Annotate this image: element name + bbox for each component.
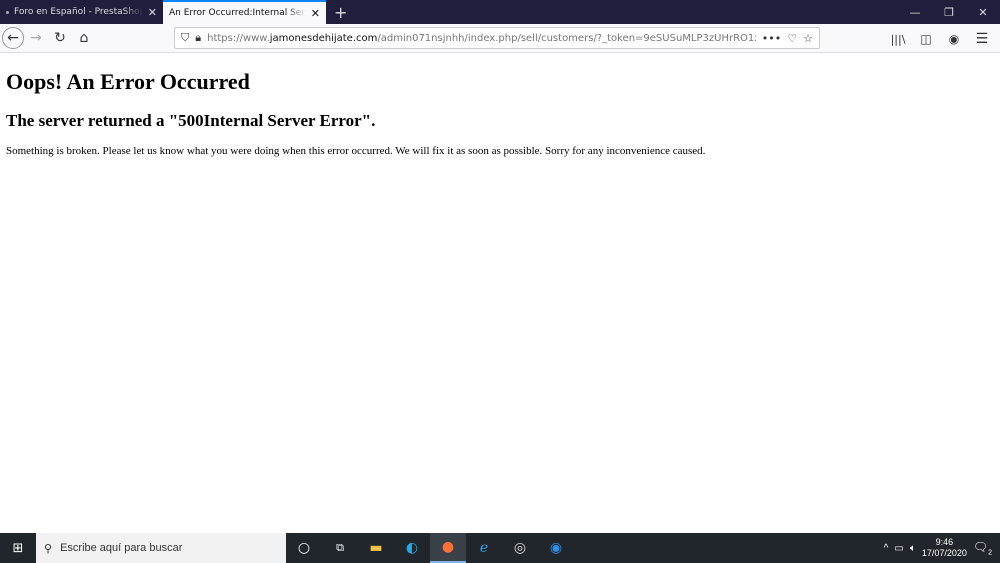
volume-icon[interactable]: 🔈︎ <box>910 543 916 554</box>
home-button[interactable]: ⌂ <box>72 26 96 50</box>
error-heading: Oops! An Error Occurred <box>6 69 250 94</box>
tab-foro[interactable]: Foro en Español - PrestaShop F ✕ <box>0 0 163 24</box>
account-icon[interactable]: ◉ <box>942 27 966 51</box>
network-icon[interactable]: ▭ <box>894 543 903 554</box>
url-prefix: https://www. <box>207 32 270 44</box>
tab-title: An Error Occurred:Internal Server Er <box>169 8 306 18</box>
restore-button[interactable]: ❐ <box>932 0 966 24</box>
bookmark-star-icon[interactable]: ☆ <box>803 32 819 45</box>
search-icon: ⚲ <box>44 542 53 555</box>
notification-center-icon[interactable]: 🗨︎2 <box>973 540 992 556</box>
more-actions-icon[interactable]: ••• <box>762 32 781 45</box>
minimize-button[interactable]: — <box>898 0 932 24</box>
tab-title: Foro en Español - PrestaShop F <box>14 7 143 17</box>
cortana-icon[interactable]: ○ <box>286 533 322 563</box>
tab-error[interactable]: An Error Occurred:Internal Server Er ✕ <box>163 0 326 24</box>
taskbar-search[interactable]: ⚲ Escribe aquí para buscar <box>36 533 286 563</box>
tab-icon <box>6 10 9 14</box>
windows-start-icon[interactable]: ⊞ <box>0 541 36 556</box>
pocket-icon[interactable]: ♡ <box>787 32 797 45</box>
close-tab-icon[interactable]: ✕ <box>311 7 320 20</box>
url-text[interactable]: https://www.jamonesdehijate.com/admin071… <box>207 33 756 44</box>
clock[interactable]: 9:46 17/07/2020 <box>922 537 967 559</box>
lock-icon[interactable]: 🔒︎ <box>195 31 201 45</box>
reload-button[interactable]: ↻ <box>48 26 72 50</box>
task-view-icon[interactable]: ⧉ <box>322 533 358 563</box>
internet-explorer-icon[interactable]: e <box>466 533 502 563</box>
compass-app-icon[interactable]: ◎ <box>502 533 538 563</box>
edge-icon[interactable]: ◐ <box>394 533 430 563</box>
time: 9:46 <box>935 537 954 547</box>
url-bar[interactable]: ⛉ 🔒︎ https://www.jamonesdehijate.com/adm… <box>174 27 820 49</box>
url-path: /admin071nsjnhh/index.php/sell/customers… <box>377 32 755 44</box>
nav-toolbar: ← → ↻ ⌂ ⛉ 🔒︎ https://www.jamonesdehijate… <box>0 24 1000 53</box>
firefox-icon[interactable]: ● <box>430 533 466 563</box>
sidebar-icon[interactable]: ◫ <box>914 27 938 51</box>
new-tab-button[interactable]: + <box>326 0 355 24</box>
library-icon[interactable]: |||\ <box>886 27 910 51</box>
notification-count: 2 <box>988 549 992 557</box>
tab-strip: Foro en Español - PrestaShop F ✕ An Error… <box>0 0 1000 24</box>
url-domain: jamonesdehijate.com <box>269 32 378 44</box>
forward-button[interactable]: → <box>24 26 48 50</box>
menu-icon[interactable]: ☰ <box>970 27 994 51</box>
shield-icon[interactable]: ⛉ <box>181 31 189 45</box>
close-tab-icon[interactable]: ✕ <box>148 6 157 19</box>
taskbar: ⊞ ⚲ Escribe aquí para buscar ○ ⧉ ▬ ◐ ● e … <box>0 533 1000 563</box>
file-explorer-icon[interactable]: ▬ <box>358 533 394 563</box>
error-subheading: The server returned a "500Internal Serve… <box>6 111 376 130</box>
show-hidden-icons[interactable]: ^ <box>884 543 889 554</box>
search-placeholder: Escribe aquí para buscar <box>60 542 183 554</box>
error-message: Something is broken. Please let us know … <box>6 145 706 157</box>
back-button[interactable]: ← <box>2 27 24 49</box>
close-window-button[interactable]: ✕ <box>966 0 1000 24</box>
date: 17/07/2020 <box>921 548 967 558</box>
teamviewer-icon[interactable]: ◉ <box>538 533 574 563</box>
page-content: Oops! An Error Occurred The server retur… <box>0 53 1000 163</box>
